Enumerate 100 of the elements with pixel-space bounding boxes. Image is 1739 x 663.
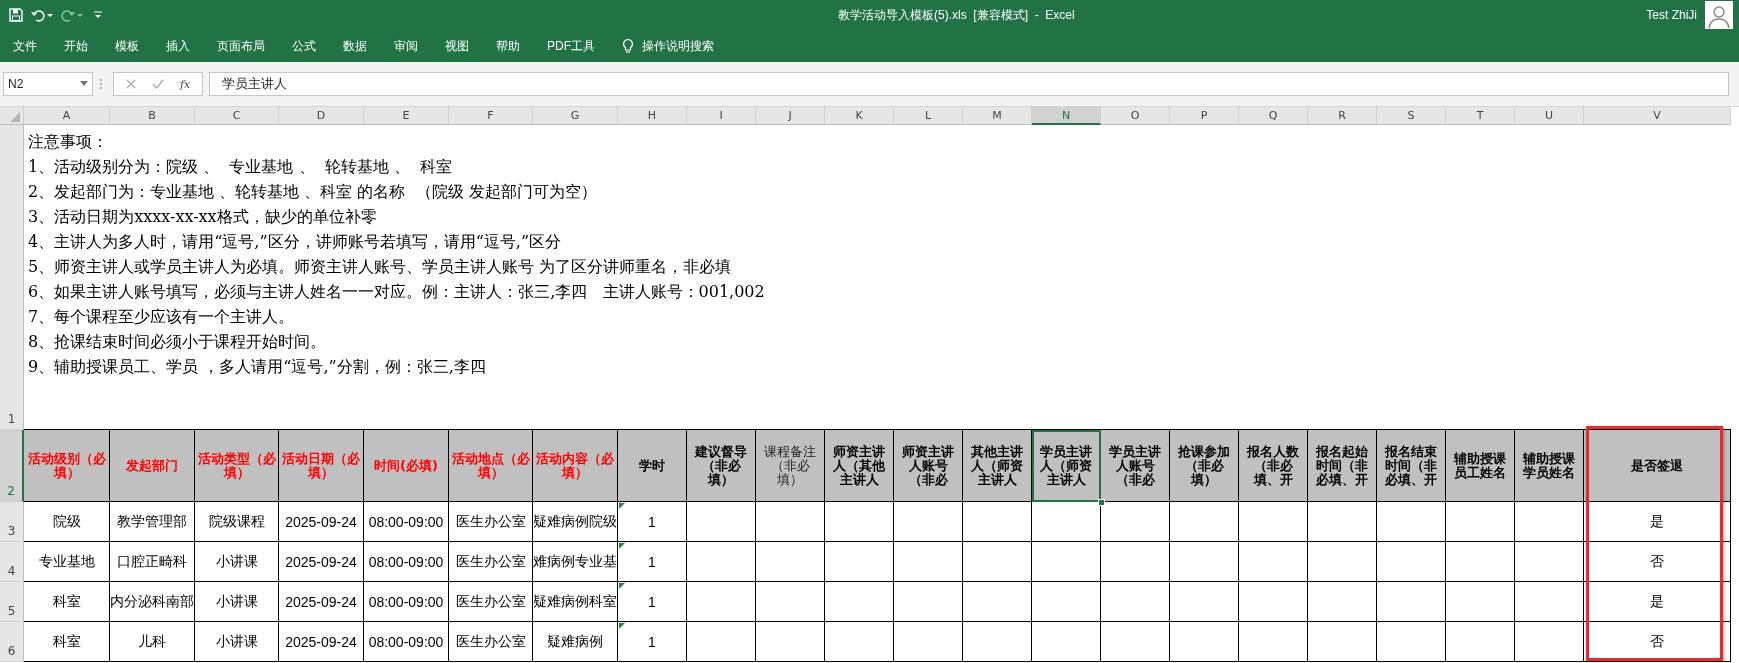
note-line: 6、如果主讲人账号填写，必须与主讲人姓名一一对应。例：主讲人：张三,李四 主讲人账号：001,002 <box>28 281 765 303</box>
ribbon-tab[interactable]: 视图 <box>445 33 469 59</box>
ribbon-tab[interactable]: 审阅 <box>394 33 418 59</box>
table-cell: 科室 <box>24 622 110 662</box>
ribbon-tab[interactable]: 数据 <box>343 33 367 59</box>
avatar-icon[interactable] <box>1705 1 1733 29</box>
empty-cell <box>825 542 894 582</box>
column-header[interactable]: G <box>533 107 618 125</box>
empty-cell <box>894 622 963 662</box>
formula-input[interactable]: 学员主讲人 <box>209 72 1729 96</box>
lightbulb-icon[interactable] <box>622 38 634 54</box>
column-header[interactable]: H <box>618 107 687 125</box>
empty-cell <box>1032 622 1101 662</box>
empty-cell <box>825 622 894 662</box>
column-header[interactable]: M <box>963 107 1032 125</box>
name-box[interactable]: N2 <box>3 72 93 96</box>
table-cell: 疑难病例科室 <box>533 582 618 622</box>
table-cell: 2025-09-24 <box>279 502 364 542</box>
empty-cell <box>756 542 825 582</box>
table-cell: 科室 <box>24 582 110 622</box>
empty-cell <box>1170 502 1239 542</box>
row-header[interactable]: 3 <box>0 502 24 542</box>
empty-cell <box>1239 502 1308 542</box>
note-line: 7、每个课程至少应该有一个主讲人。 <box>28 306 295 328</box>
column-header[interactable]: D <box>279 107 364 125</box>
ribbon-tab[interactable]: 模板 <box>115 33 139 59</box>
table-cell: 医生办公室 <box>449 622 533 662</box>
ribbon-tab[interactable]: 插入 <box>166 33 190 59</box>
ribbon-tab[interactable]: 帮助 <box>496 33 520 59</box>
column-heading: 师资主讲人（其他主讲人 <box>825 430 894 502</box>
user-name[interactable]: Test ZhiJi <box>1646 8 1697 22</box>
empty-cell <box>687 542 756 582</box>
column-heading: 活动日期（必填） <box>279 430 364 502</box>
column-heading: 抢课参加（非必填） <box>1170 430 1239 502</box>
column-header[interactable]: E <box>364 107 449 125</box>
column-header[interactable]: N <box>1032 107 1101 125</box>
note-line: 3、活动日期为xxxx-xx-xx格式，缺少的单位补零 <box>28 206 377 228</box>
row-header[interactable]: 1 <box>0 125 24 430</box>
undo-icon[interactable] <box>30 7 54 23</box>
column-heading: 报名结束时间（非必填、开 <box>1377 430 1446 502</box>
column-heading: 发起部门 <box>110 430 195 502</box>
column-header[interactable]: J <box>756 107 825 125</box>
window-title: 教学活动导入模板(5).xls [兼容模式] - Excel <box>838 7 1075 22</box>
table-cell: 院级 <box>24 502 110 542</box>
cell-reference: N2 <box>8 77 24 91</box>
empty-cell <box>687 622 756 662</box>
table-cell: 难病例专业基 <box>533 542 618 582</box>
column-heading: 活动类型（必填） <box>195 430 279 502</box>
empty-cell <box>1446 582 1515 622</box>
table-cell: 专业基地 <box>24 542 110 582</box>
column-header[interactable]: C <box>195 107 279 125</box>
column-header[interactable]: S <box>1377 107 1446 125</box>
ribbon-tab[interactable]: 页面布局 <box>217 33 265 59</box>
empty-cell <box>894 542 963 582</box>
column-header[interactable]: F <box>449 107 533 125</box>
row-header[interactable]: 6 <box>0 622 24 662</box>
column-header[interactable]: K <box>825 107 894 125</box>
ribbon-tab[interactable]: 文件 <box>13 33 37 59</box>
save-icon[interactable] <box>8 7 24 23</box>
column-header[interactable]: L <box>894 107 963 125</box>
column-heading: 报名人数（非必填、开 <box>1239 430 1308 502</box>
column-header[interactable]: B <box>110 107 195 125</box>
column-header[interactable]: Q <box>1239 107 1308 125</box>
note-line: 9、辅助授课员工、学员 ，多人请用“逗号,”分割，例：张三,李四 <box>28 356 486 378</box>
tell-me-search[interactable]: 操作说明搜索 <box>642 37 714 55</box>
empty-cell <box>1170 622 1239 662</box>
column-header[interactable]: O <box>1101 107 1170 125</box>
row-header[interactable]: 2 <box>0 430 24 502</box>
column-header[interactable]: P <box>1170 107 1239 125</box>
empty-cell <box>1170 542 1239 582</box>
empty-cell <box>1515 582 1584 622</box>
row-header[interactable]: 5 <box>0 582 24 622</box>
column-header[interactable]: U <box>1515 107 1584 125</box>
column-header[interactable]: V <box>1584 107 1731 125</box>
ribbon-tab[interactable]: 开始 <box>64 33 88 59</box>
column-heading[interactable]: 学员主讲人（师资主讲人 <box>1032 430 1101 502</box>
note-line: 注意事项： <box>28 131 108 153</box>
insert-function-button[interactable]: fx <box>180 77 191 91</box>
column-header[interactable]: R <box>1308 107 1377 125</box>
column-heading: 活动内容（必填） <box>533 430 618 502</box>
column-header[interactable]: T <box>1446 107 1515 125</box>
fill-handle[interactable] <box>1098 499 1105 506</box>
row-header[interactable]: 4 <box>0 542 24 582</box>
check-icon <box>152 79 164 89</box>
table-cell: 小讲课 <box>195 622 279 662</box>
empty-cell <box>756 582 825 622</box>
table-cell: 08:00-09:00 <box>364 542 449 582</box>
empty-cell <box>1239 622 1308 662</box>
column-heading: 学时 <box>618 430 687 502</box>
empty-cell <box>1308 582 1377 622</box>
ribbon-tab[interactable]: PDF工具 <box>547 33 595 59</box>
column-header[interactable]: A <box>24 107 110 125</box>
table-cell: 疑难病例院级 <box>533 502 618 542</box>
column-header[interactable]: I <box>687 107 756 125</box>
note-line: 4、主讲人为多人时，请用“逗号,”区分，讲师账号若填写，请用“逗号,”区分 <box>28 231 562 253</box>
ribbon-tab[interactable]: 公式 <box>292 33 316 59</box>
empty-cell <box>1308 542 1377 582</box>
dropdown-caret-icon[interactable] <box>80 81 88 87</box>
empty-cell <box>1170 582 1239 622</box>
empty-cell <box>1101 542 1170 582</box>
